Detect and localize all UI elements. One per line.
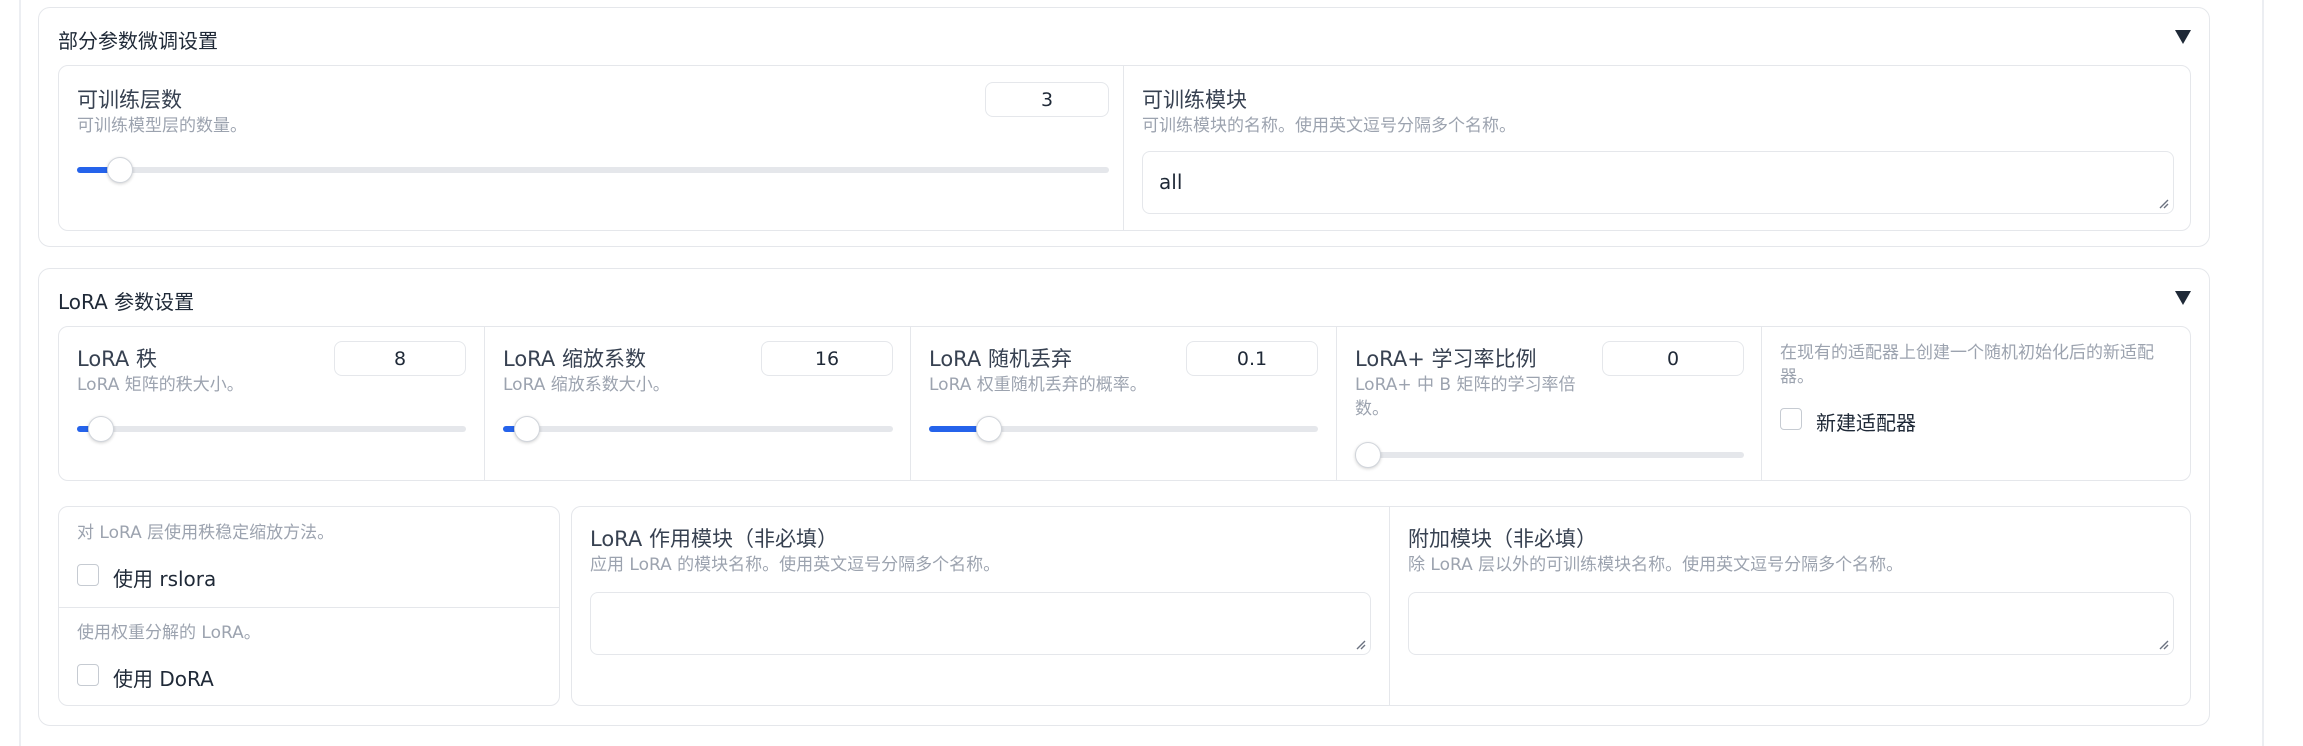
trainable-modules-cell: 可训练模块 可训练模块的名称。使用英文逗号分隔多个名称。 all xyxy=(1123,66,2190,230)
slider-handle[interactable] xyxy=(513,416,540,442)
lora-rank-number-input[interactable]: 8 xyxy=(334,341,466,376)
lora-target-label: LoRA 作用模块（非必填） xyxy=(590,527,838,551)
resize-grip-icon[interactable] xyxy=(2158,198,2169,209)
trainable-layers-label: 可训练层数 xyxy=(77,88,182,112)
lora-sliders-row: LoRA 秩 LoRA 矩阵的秩大小。 8 LoRA 缩放系数 LoRA 缩放系… xyxy=(58,326,2191,481)
dora-info: 使用权重分解的 LoRA。 xyxy=(77,623,261,643)
lora-dropout-label: LoRA 随机丢弃 xyxy=(929,347,1072,371)
lora-plus-ratio-slider[interactable] xyxy=(1355,442,1744,468)
lora-dropout-cell: LoRA 随机丢弃 LoRA 权重随机丢弃的概率。 0.1 xyxy=(910,327,1336,480)
lora-dropout-info: LoRA 权重随机丢弃的概率。 xyxy=(929,375,1147,395)
new-adapter-info: 在现有的适配器上创建一个随机初始化后的新适配器。 xyxy=(1780,343,2154,387)
rslora-info: 对 LoRA 层使用秩稳定缩放方法。 xyxy=(77,523,335,543)
lora-dropout-slider[interactable] xyxy=(929,416,1318,442)
container-left-border xyxy=(19,0,21,746)
lora-rank-slider[interactable] xyxy=(77,416,466,442)
lora-dropout-number-input[interactable]: 0.1 xyxy=(1186,341,1318,376)
lora-target-textarea[interactable] xyxy=(590,592,1371,655)
container-right-border xyxy=(2262,0,2264,746)
trainable-layers-cell: 可训练层数 可训练模型层的数量。 3 xyxy=(59,66,1123,230)
lora-alpha-number-input[interactable]: 16 xyxy=(761,341,893,376)
rslora-checkbox[interactable] xyxy=(77,564,99,586)
lora-alpha-info: LoRA 缩放系数大小。 xyxy=(503,375,670,395)
lora-modules-row: LoRA 作用模块（非必填） 应用 LoRA 的模块名称。使用英文逗号分隔多个名… xyxy=(571,506,2191,706)
collapse-triangle-icon[interactable] xyxy=(2175,291,2191,305)
lora-plus-ratio-label: LoRA+ 学习率比例 xyxy=(1355,347,1537,371)
lora-plus-ratio-cell: LoRA+ 学习率比例 LoRA+ 中 B 矩阵的学习率倍数。 0 xyxy=(1336,327,1761,480)
additional-target-cell: 附加模块（非必填） 除 LoRA 层以外的可训练模块名称。使用英文逗号分隔多个名… xyxy=(1389,507,2190,705)
trainable-modules-info: 可训练模块的名称。使用英文逗号分隔多个名称。 xyxy=(1142,116,1516,136)
lora-plus-ratio-number-input[interactable]: 0 xyxy=(1602,341,1744,376)
trainable-modules-value: all xyxy=(1159,170,1183,194)
slider-handle[interactable] xyxy=(107,157,134,183)
additional-target-label: 附加模块（非必填） xyxy=(1408,527,1597,551)
dora-block: 使用权重分解的 LoRA。 使用 DoRA xyxy=(59,607,559,705)
lora-target-cell: LoRA 作用模块（非必填） 应用 LoRA 的模块名称。使用英文逗号分隔多个名… xyxy=(572,507,1389,705)
trainable-layers-info: 可训练模型层的数量。 xyxy=(77,116,247,136)
lora-alpha-slider[interactable] xyxy=(503,416,893,442)
trainable-modules-label: 可训练模块 xyxy=(1142,88,1247,112)
additional-target-textarea[interactable] xyxy=(1408,592,2174,655)
rslora-label[interactable]: 使用 rslora xyxy=(113,563,216,592)
slider-handle[interactable] xyxy=(1355,442,1381,468)
trainable-layers-slider[interactable] xyxy=(77,157,1109,183)
dora-checkbox[interactable] xyxy=(77,664,99,686)
resize-grip-icon[interactable] xyxy=(1355,639,1366,650)
lora-rank-info: LoRA 矩阵的秩大小。 xyxy=(77,375,244,395)
lora-rank-cell: LoRA 秩 LoRA 矩阵的秩大小。 8 xyxy=(59,327,484,480)
dora-label[interactable]: 使用 DoRA xyxy=(113,663,214,692)
new-adapter-checkbox[interactable] xyxy=(1780,408,1802,430)
lora-settings-title: LoRA 参数设置 xyxy=(58,290,195,314)
slider-handle[interactable] xyxy=(976,416,1003,442)
trainable-layers-number-input[interactable]: 3 xyxy=(985,82,1109,117)
resize-grip-icon[interactable] xyxy=(2158,639,2169,650)
new-adapter-cell: 在现有的适配器上创建一个随机初始化后的新适配器。 新建适配器 xyxy=(1761,327,2190,480)
slider-handle[interactable] xyxy=(87,416,114,442)
lora-alpha-label: LoRA 缩放系数 xyxy=(503,347,646,371)
lora-target-info: 应用 LoRA 的模块名称。使用英文逗号分隔多个名称。 xyxy=(590,555,1001,575)
lora-alpha-cell: LoRA 缩放系数 LoRA 缩放系数大小。 16 xyxy=(484,327,910,480)
lora-plus-ratio-info: LoRA+ 中 B 矩阵的学习率倍数。 xyxy=(1355,375,1576,419)
lora-rank-label: LoRA 秩 xyxy=(77,347,157,371)
new-adapter-label[interactable]: 新建适配器 xyxy=(1816,407,1916,436)
trainable-modules-textarea[interactable]: all xyxy=(1142,151,2174,214)
partial-tuning-panel: 部分参数微调设置 可训练层数 可训练模型层的数量。 3 可训练模块 可训练模块的… xyxy=(38,7,2210,247)
lora-settings-panel: LoRA 参数设置 LoRA 秩 LoRA 矩阵的秩大小。 8 LoRA 缩放系… xyxy=(38,268,2210,726)
collapse-triangle-icon[interactable] xyxy=(2175,30,2191,44)
partial-tuning-title: 部分参数微调设置 xyxy=(58,29,218,53)
additional-target-info: 除 LoRA 层以外的可训练模块名称。使用英文逗号分隔多个名称。 xyxy=(1408,555,1904,575)
rslora-block: 对 LoRA 层使用秩稳定缩放方法。 使用 rslora xyxy=(59,507,559,608)
partial-tuning-row: 可训练层数 可训练模型层的数量。 3 可训练模块 可训练模块的名称。使用英文逗号… xyxy=(58,65,2191,231)
lora-checkbox-group: 对 LoRA 层使用秩稳定缩放方法。 使用 rslora 使用权重分解的 LoR… xyxy=(58,506,560,706)
